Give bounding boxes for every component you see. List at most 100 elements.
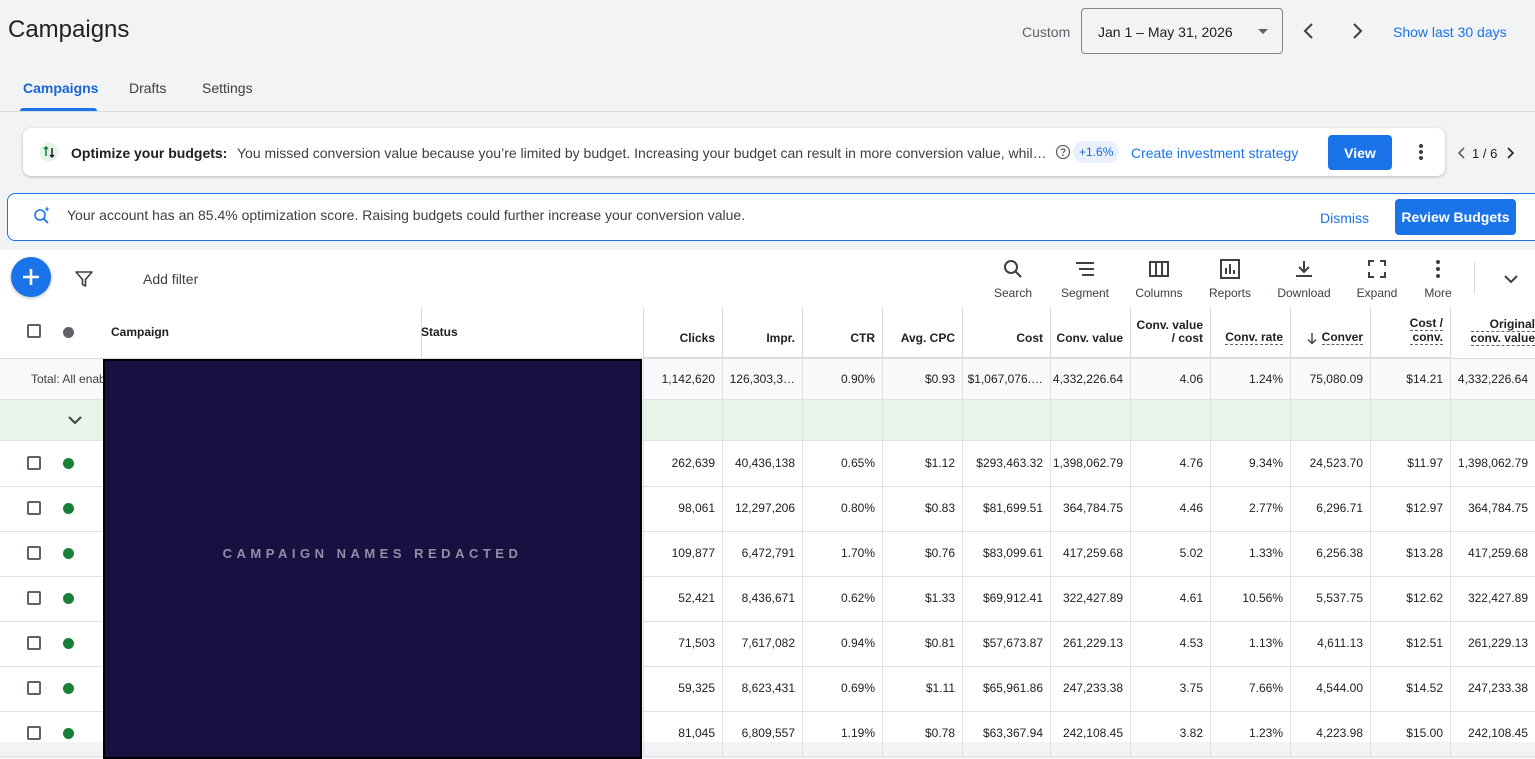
cell-ctr: 1.19% xyxy=(803,711,883,756)
cell-original-conv-value: 261,229.13 xyxy=(1467,636,1528,650)
view-button[interactable]: View xyxy=(1328,135,1392,170)
tab-campaigns[interactable]: Campaigns xyxy=(23,80,98,96)
header-conversions[interactable]: Conver xyxy=(1291,307,1371,358)
optimize-budgets-banner: Optimize your budgets: You missed conver… xyxy=(23,128,1445,176)
cell-original-conv-value: 417,259.68 xyxy=(1467,546,1528,560)
expand-tool-button[interactable]: Expand xyxy=(1345,258,1409,300)
header-ctr-label: CTR xyxy=(850,331,875,345)
header-avg-cpc-label: Avg. CPC xyxy=(900,331,955,345)
cell-avg-cpc: $0.76 xyxy=(883,531,963,576)
cell-conversions: 4,611.13 xyxy=(1291,621,1371,666)
cell-cost: $65,961.86 xyxy=(963,666,1051,711)
cell-clicks: 81,045 xyxy=(643,711,723,756)
cell-impr: 126,303,3… xyxy=(723,359,803,399)
header-impr[interactable]: Impr. xyxy=(723,307,803,358)
optimize-banner-title: Optimize your budgets: xyxy=(71,145,228,161)
header-conv-value[interactable]: Conv. value xyxy=(1051,307,1131,358)
add-filter-link[interactable]: Add filter xyxy=(143,271,198,287)
chevron-down-icon[interactable] xyxy=(66,412,84,428)
header-cost-per-conv[interactable]: Cost / conv. xyxy=(1371,307,1451,358)
header-clicks[interactable]: Clicks xyxy=(643,307,723,358)
cell-cost: $293,463.32 xyxy=(963,441,1051,486)
cell-ctr: 0.65% xyxy=(803,441,883,486)
segment-tool-button[interactable]: Segment xyxy=(1053,258,1117,300)
tab-drafts[interactable]: Drafts xyxy=(129,80,166,96)
segment-tool-label: Segment xyxy=(1060,286,1110,300)
status-enabled-icon[interactable] xyxy=(63,683,74,694)
status-enabled-icon[interactable] xyxy=(63,503,74,514)
cell-cost: $83,099.61 xyxy=(963,531,1051,576)
date-range-select[interactable]: Jan 1 – May 31, 2026 xyxy=(1081,8,1283,54)
total-row-label: Total: All enabled campaigns xyxy=(31,372,103,386)
status-enabled-icon[interactable] xyxy=(63,638,74,649)
reports-tool-button[interactable]: Reports xyxy=(1198,258,1262,300)
chevron-left-icon[interactable] xyxy=(1299,20,1319,42)
header-original-conv-value[interactable]: Original conv. value xyxy=(1451,307,1535,359)
cell-conv-rate: 9.34% xyxy=(1211,441,1291,486)
cell-clicks: 262,639 xyxy=(643,441,723,486)
status-enabled-icon[interactable] xyxy=(63,728,74,739)
header-conv-value-label: Conv. value xyxy=(1056,331,1123,345)
cell-conv-value-cost: 4.06 xyxy=(1131,359,1211,399)
row-checkbox[interactable] xyxy=(27,681,41,695)
status-enabled-icon[interactable] xyxy=(63,593,74,604)
header-conv-rate[interactable]: Conv. rate xyxy=(1211,307,1291,358)
date-range-label: Custom xyxy=(1022,24,1071,40)
row-checkbox[interactable] xyxy=(27,501,41,515)
review-budgets-button[interactable]: Review Budgets xyxy=(1395,199,1516,235)
search-tool-label: Search xyxy=(993,286,1033,300)
row-checkbox[interactable] xyxy=(27,456,41,470)
plus-icon xyxy=(23,269,39,285)
row-checkbox[interactable] xyxy=(27,546,41,560)
header-campaign[interactable]: Campaign xyxy=(103,307,421,359)
download-tool-button[interactable]: Download xyxy=(1272,258,1336,300)
cell-cost-per-conv: $13.28 xyxy=(1371,531,1451,576)
header-status-label: Status xyxy=(421,325,458,339)
columns-icon xyxy=(1149,261,1169,277)
cell-ctr: 0.94% xyxy=(803,621,883,666)
select-all-checkbox[interactable] xyxy=(27,324,41,338)
cell-impr xyxy=(723,400,803,440)
status-enabled-icon[interactable] xyxy=(63,458,74,469)
tab-settings[interactable]: Settings xyxy=(202,80,253,96)
cell-conv-rate: 1.23% xyxy=(1211,711,1291,756)
more-vert-icon[interactable] xyxy=(1411,142,1431,162)
header-ctr[interactable]: CTR xyxy=(803,307,883,358)
chevron-down-icon[interactable] xyxy=(1500,268,1522,290)
more-tool-button[interactable]: More xyxy=(1406,258,1470,300)
create-investment-strategy-link[interactable]: Create investment strategy xyxy=(1131,145,1298,161)
more-tool-label: More xyxy=(1424,286,1452,300)
row-checkbox[interactable] xyxy=(27,726,41,740)
header-status[interactable]: Status xyxy=(421,307,643,359)
cell-conversions: 6,296.71 xyxy=(1291,486,1371,531)
search-tool-button[interactable]: Search xyxy=(981,258,1045,300)
optimize-banner-text: You missed conversion value because you’… xyxy=(237,145,1049,161)
cell-conv-rate: 1.24% xyxy=(1211,359,1291,399)
filter-icon[interactable] xyxy=(74,269,94,289)
header-conversions-label: Conver xyxy=(1321,330,1363,345)
cell-conversions xyxy=(1291,400,1371,440)
expand-tool-label: Expand xyxy=(1356,286,1398,300)
dismiss-link[interactable]: Dismiss xyxy=(1320,210,1369,226)
status-enabled-icon[interactable] xyxy=(63,548,74,559)
help-icon[interactable] xyxy=(1055,144,1071,160)
cell-conversions: 4,544.00 xyxy=(1291,666,1371,711)
row-checkbox[interactable] xyxy=(27,591,41,605)
banner-pager: 1 / 6 xyxy=(1472,146,1498,161)
header-conv-value-cost[interactable]: Conv. value / cost xyxy=(1131,307,1211,358)
show-last-30-days-link[interactable]: Show last 30 days xyxy=(1393,24,1507,40)
chevron-right-icon[interactable] xyxy=(1347,20,1367,42)
header-cost[interactable]: Cost xyxy=(963,307,1051,358)
columns-tool-button[interactable]: Columns xyxy=(1127,258,1191,300)
cell-impr: 6,809,557 xyxy=(723,711,803,756)
cell-impr: 8,436,671 xyxy=(723,576,803,621)
pager-prev-icon[interactable] xyxy=(1456,146,1468,160)
cell-avg-cpc: $0.93 xyxy=(883,359,963,399)
cell-cost: $69,912.41 xyxy=(963,576,1051,621)
pager-next-icon[interactable] xyxy=(1504,146,1516,160)
add-campaign-button[interactable] xyxy=(11,257,51,297)
more-vert-icon xyxy=(1436,260,1440,278)
row-checkbox[interactable] xyxy=(27,636,41,650)
cell-conv-value-cost: 3.75 xyxy=(1131,666,1211,711)
header-avg-cpc[interactable]: Avg. CPC xyxy=(883,307,963,358)
